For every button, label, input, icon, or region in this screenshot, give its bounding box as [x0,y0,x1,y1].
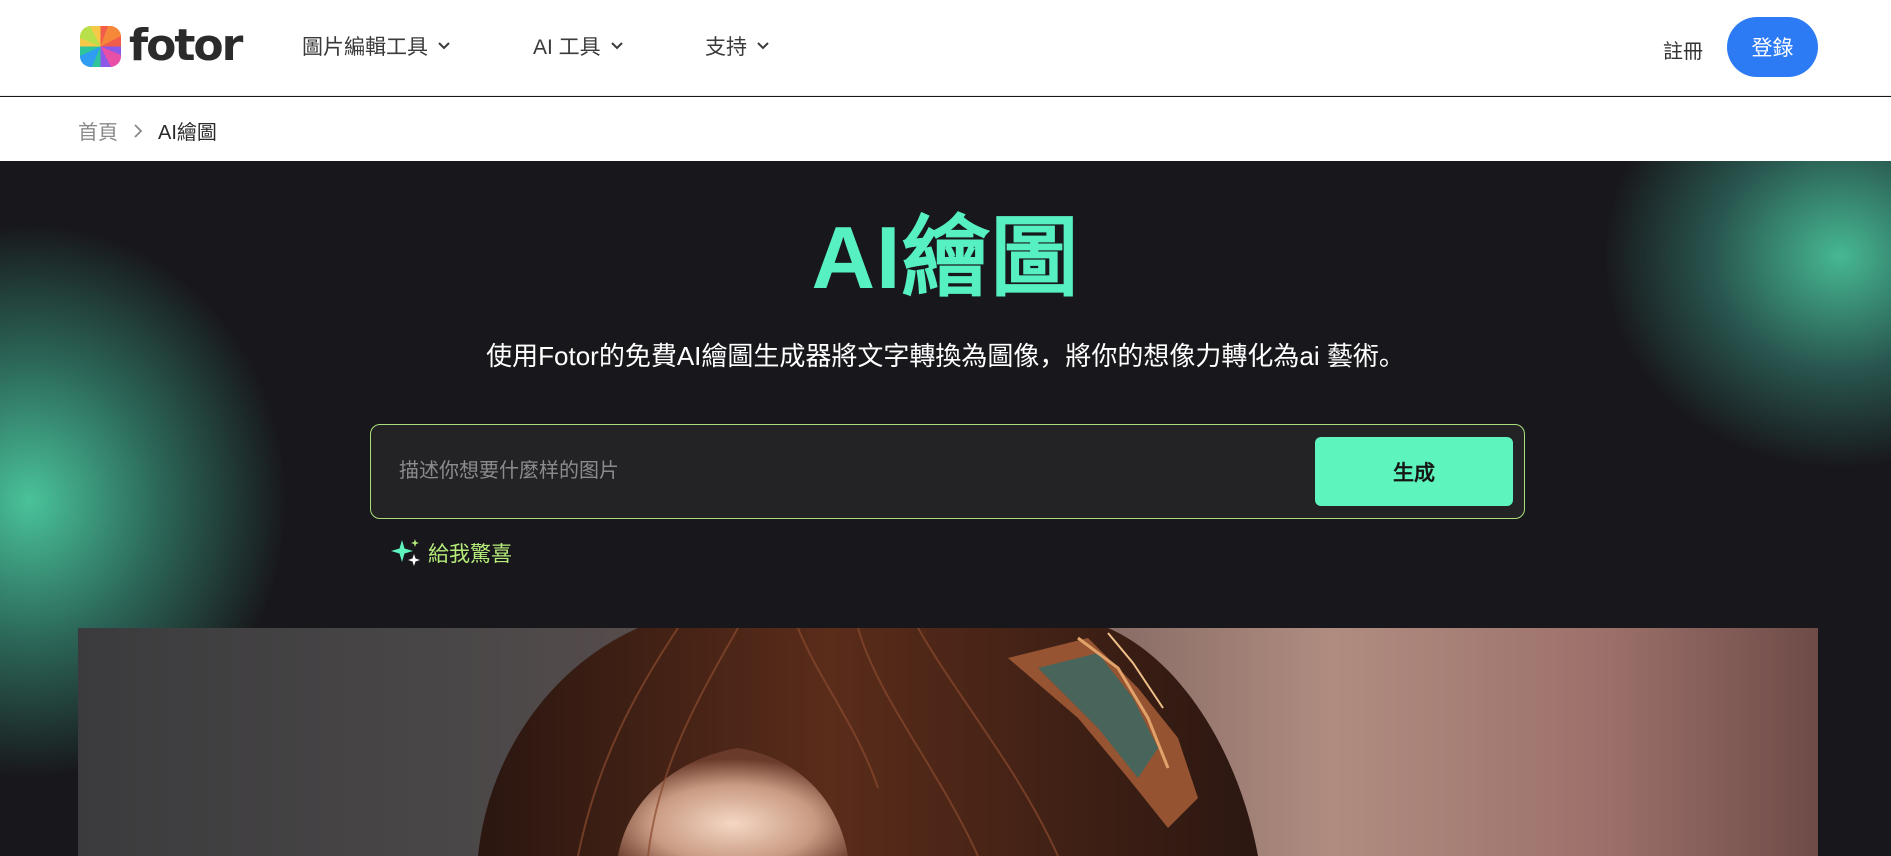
nav-label: 支持 [705,36,747,59]
chevron-right-icon [134,123,143,138]
chevron-down-icon [757,42,769,50]
fotor-rainbow-logo-icon [80,25,121,67]
hero-section: AI繪圖 使用Fotor的免費AI繪圖生成器將文字轉換為圖像，將你的想像力轉化為… [0,161,1891,856]
logo-wordmark: fotor [129,20,243,71]
nav-ai-tools[interactable]: AI 工具 [533,31,625,61]
breadcrumb-bar: 首頁 AI繪圖 [0,97,1891,161]
site-header: fotor 圖片編輯工具 AI 工具 支持 註冊 登錄 [0,0,1891,96]
surprise-me-label: 給我驚喜 [428,543,512,566]
nav-label: 圖片編輯工具 [302,36,428,59]
chevron-down-icon [438,42,450,50]
surprise-me-button[interactable]: 給我驚喜 [390,537,512,569]
page-title: AI繪圖 [811,208,1080,307]
breadcrumb-home-link[interactable]: 首頁 [78,116,118,145]
login-button[interactable]: 登錄 [1727,17,1818,77]
ai-artwork-preview-image [78,628,1818,856]
nav-photo-editing-tools[interactable]: 圖片編輯工具 [302,31,452,61]
signup-link[interactable]: 註冊 [1663,35,1703,64]
nav-support[interactable]: 支持 [705,31,771,61]
prompt-input[interactable] [399,452,1299,490]
sparkle-icon [391,539,420,566]
prompt-box: 生成 [370,424,1525,519]
fotor-logo[interactable]: fotor [80,20,243,71]
breadcrumb-current: AI繪圖 [158,122,217,144]
page-subtitle: 使用Fotor的免費AI繪圖生成器將文字轉換為圖像，將你的想像力轉化為ai 藝術… [486,341,1405,371]
portrait-illustration [478,628,1258,856]
breadcrumb: 首頁 AI繪圖 [78,116,217,145]
generate-button[interactable]: 生成 [1315,437,1513,506]
nav-label: AI 工具 [533,36,601,59]
chevron-down-icon [610,42,623,50]
